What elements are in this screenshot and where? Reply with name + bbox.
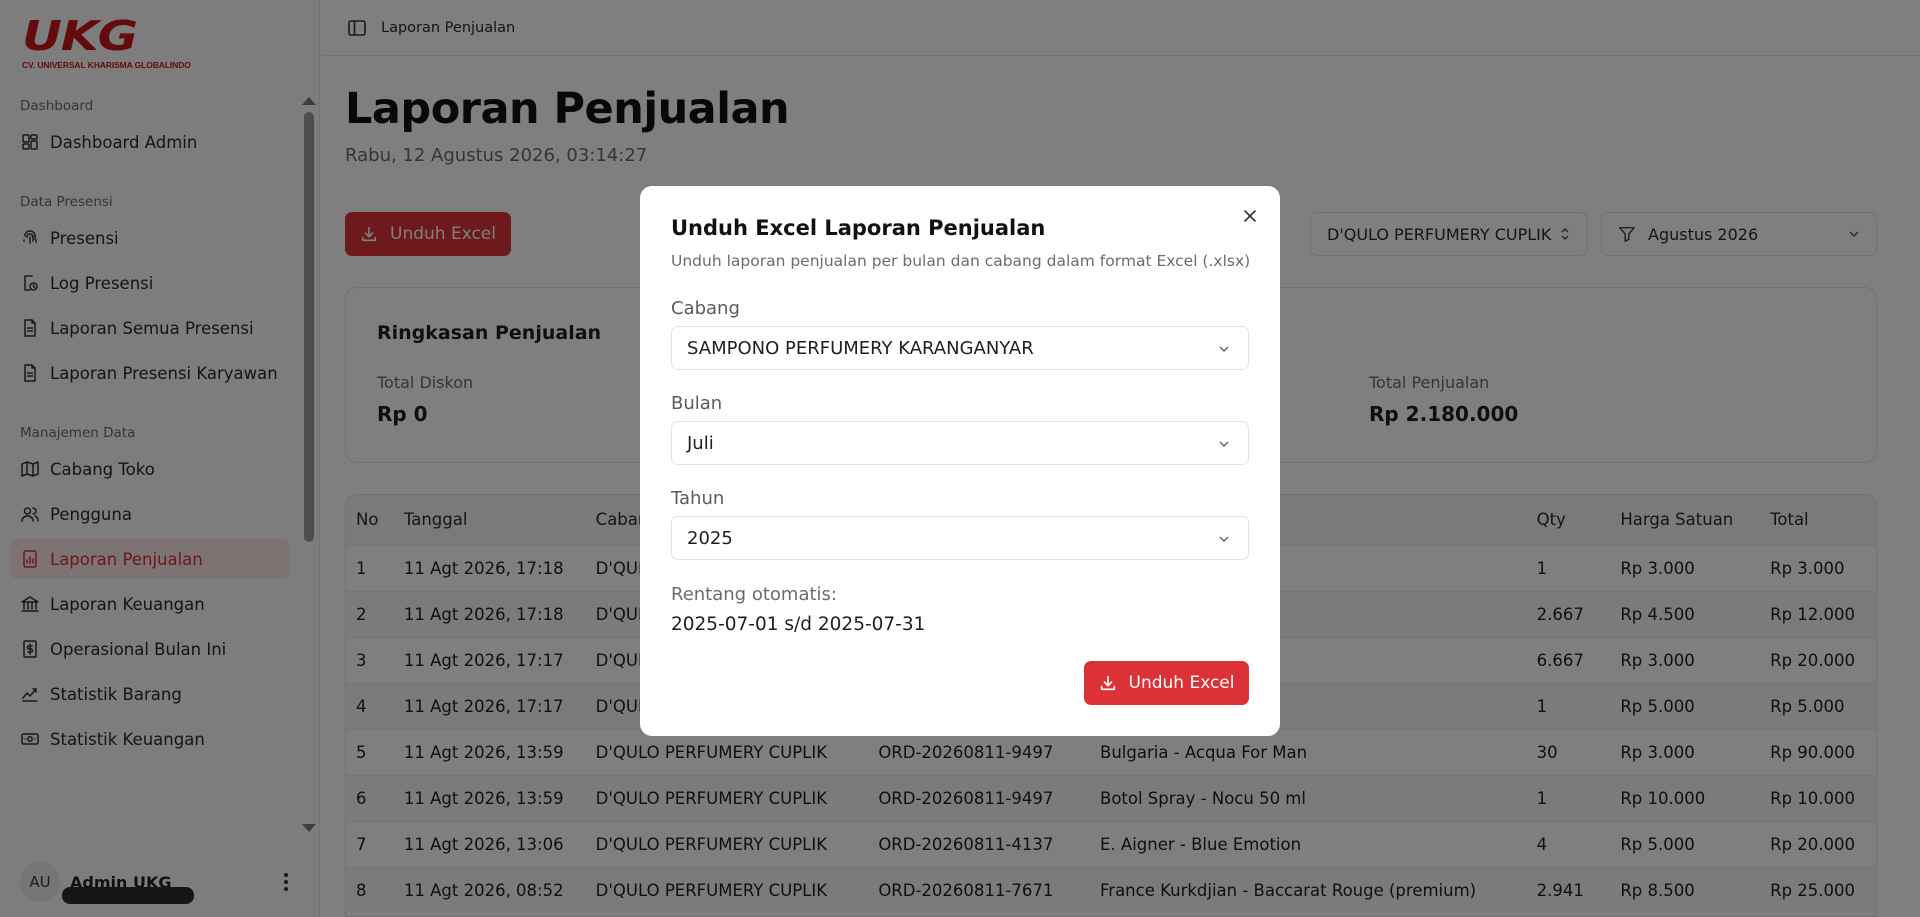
dialog-description: Unduh laporan penjualan per bulan dan ca… — [671, 252, 1251, 270]
year-field-label: Tahun — [671, 488, 725, 509]
chevron-down-icon — [1219, 441, 1229, 448]
month-select[interactable]: Juli — [671, 421, 1249, 465]
chevron-down-icon — [1219, 346, 1229, 353]
year-select[interactable]: 2025 — [671, 516, 1249, 560]
branch-select-value: SAMPONO PERFUMERY KARANGANYAR — [687, 337, 1034, 359]
download-excel-dialog: Unduh Excel Laporan Penjualan Unduh lapo… — [640, 186, 1280, 736]
close-icon[interactable] — [1242, 208, 1258, 224]
dialog-download-label: Unduh Excel — [1128, 673, 1235, 693]
download-icon — [1100, 675, 1115, 691]
dialog-title: Unduh Excel Laporan Penjualan — [671, 216, 1046, 240]
chevron-down-icon — [1219, 536, 1229, 543]
branch-field-label: Cabang — [671, 298, 740, 319]
month-select-value: Juli — [687, 432, 714, 454]
date-range-label: Rentang otomatis: — [671, 584, 837, 605]
date-range-value: 2025-07-01 s/d 2025-07-31 — [671, 614, 926, 635]
month-field-label: Bulan — [671, 393, 723, 414]
dialog-download-button[interactable]: Unduh Excel — [1084, 661, 1249, 705]
year-select-value: 2025 — [687, 527, 733, 549]
branch-select[interactable]: SAMPONO PERFUMERY KARANGANYAR — [671, 326, 1249, 370]
